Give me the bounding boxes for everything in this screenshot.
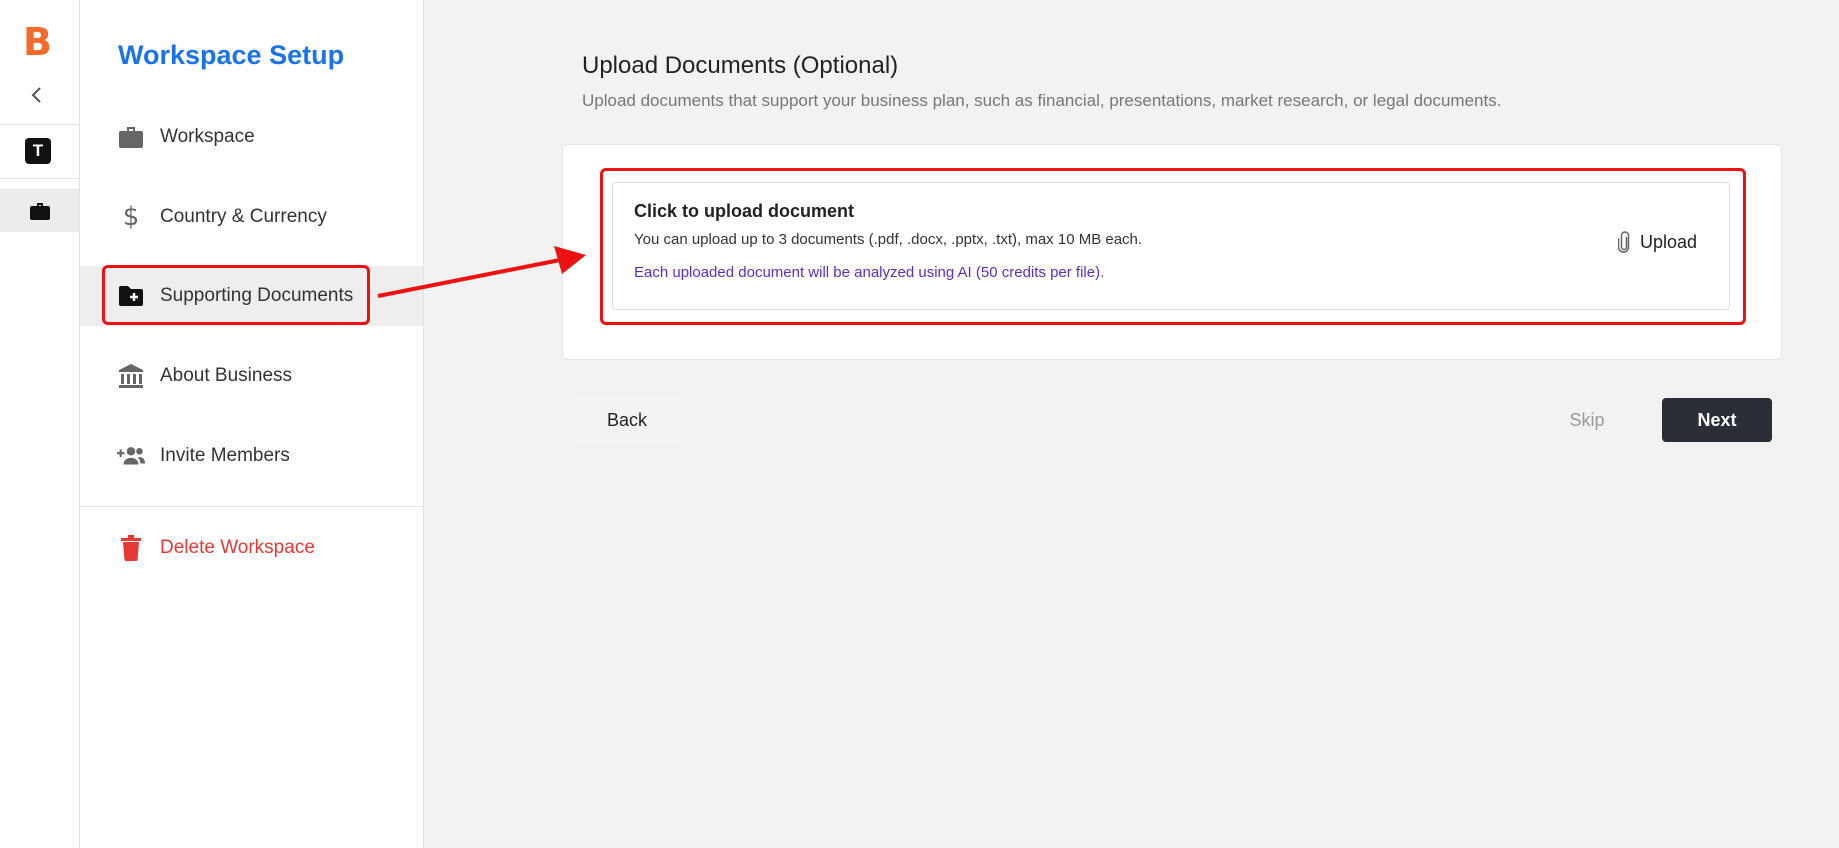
skip-button[interactable]: Skip <box>1544 398 1630 442</box>
app-logo[interactable]: B <box>23 22 52 62</box>
next-button[interactable]: Next <box>1662 398 1772 442</box>
rail-item-workspace-settings[interactable] <box>0 189 79 232</box>
rail-divider <box>0 178 79 179</box>
workspace-avatar[interactable]: T <box>25 138 51 164</box>
sidebar-item-invite-members[interactable]: Invite Members <box>80 426 423 486</box>
sidebar-item-delete-workspace[interactable]: Delete Workspace <box>80 518 423 578</box>
sidebar-item-about-business[interactable]: About Business <box>80 346 423 406</box>
page-subtitle: Upload documents that support your busin… <box>582 91 1502 110</box>
sidebar-item-label: Invite Members <box>160 445 290 466</box>
bank-icon <box>116 361 146 391</box>
annotation-arrow <box>377 246 586 298</box>
back-button[interactable]: Back <box>572 398 682 442</box>
icon-rail: B T <box>0 0 80 848</box>
sidebar-divider <box>80 506 423 507</box>
dollar-icon: $ <box>122 202 140 232</box>
briefcase-icon <box>29 202 50 220</box>
trash-icon <box>116 533 146 563</box>
annotation-highlight-upload <box>600 168 1746 325</box>
sidebar-item-label: Country & Currency <box>160 206 327 227</box>
settings-sidebar: Workspace Setup Workspace $ Country & Cu… <box>80 0 424 848</box>
chevron-left-icon[interactable] <box>30 84 44 106</box>
add-people-icon <box>116 441 146 471</box>
annotation-highlight-nav <box>102 265 370 325</box>
sidebar-item-workspace[interactable]: Workspace <box>80 107 423 167</box>
briefcase-icon <box>116 122 146 152</box>
sidebar-item-label: Delete Workspace <box>160 537 315 558</box>
page-title: Upload Documents (Optional) <box>582 52 899 79</box>
sidebar-title: Workspace Setup <box>118 40 345 70</box>
sidebar-item-label: Workspace <box>160 126 255 147</box>
rail-divider <box>0 124 79 125</box>
sidebar-item-label: About Business <box>160 365 293 386</box>
